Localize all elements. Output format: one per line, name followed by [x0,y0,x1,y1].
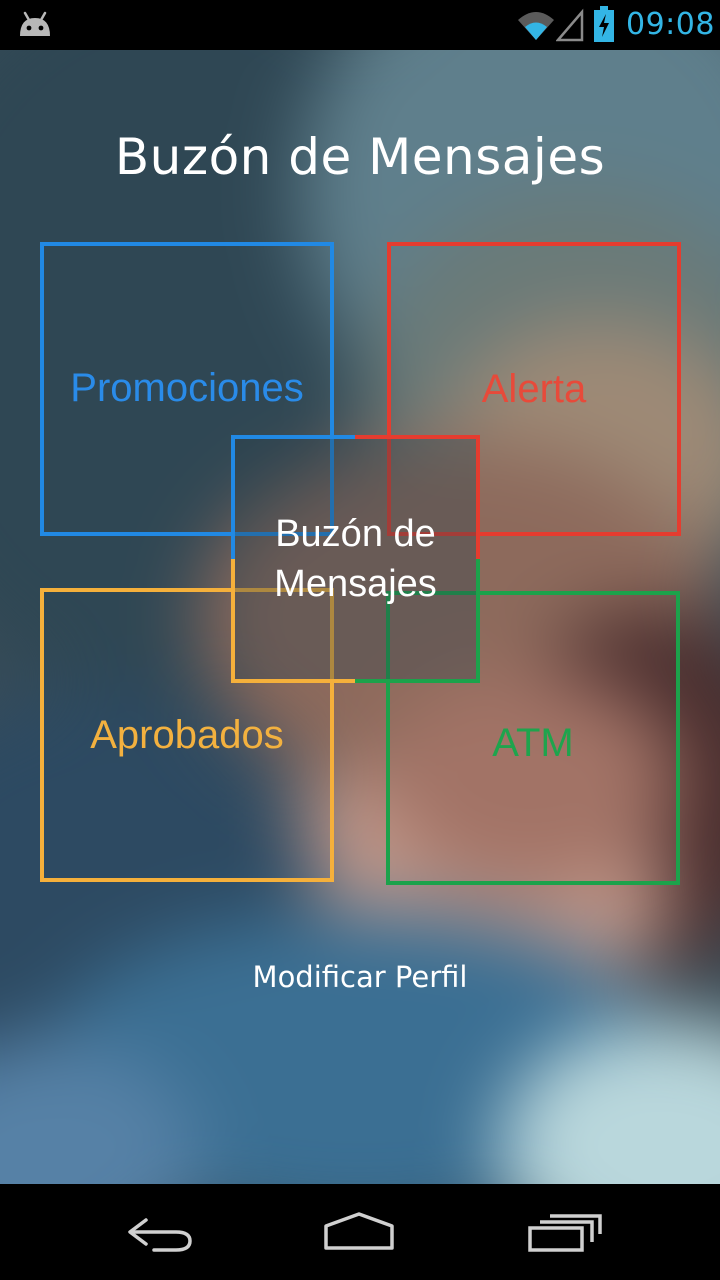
battery-charging-icon [594,6,614,42]
recents-icon[interactable] [518,1206,608,1258]
android-icon [20,11,50,36]
tile-promociones-label: Promociones [70,365,304,410]
tile-buzon-label-line1: Buzón de [275,513,436,555]
signal-icon [556,8,584,42]
tile-alerta-label: Alerta [481,366,587,411]
wifi-icon [518,12,554,40]
tile-aprobados-label: Aprobados [90,712,284,757]
page-title: Buzón de Mensajes [114,128,606,186]
center-border-segment [355,679,480,683]
tile-buzon-de-mensajes[interactable]: Buzón de Mensajes [231,435,480,683]
main-content: Buzón de Mensajes Promociones Alerta Apr… [0,50,720,1184]
tile-buzon-label: Buzón de Mensajes [274,509,437,609]
center-border-segment [476,435,480,559]
nav-bar [0,1184,720,1280]
center-border-segment [231,679,355,683]
home-icon[interactable] [314,1206,404,1258]
center-border-segment [231,435,355,439]
center-border-segment [355,435,480,439]
tile-atm-label: ATM [492,720,574,765]
status-bar: 09:08 [0,0,720,50]
tile-buzon-label-line2: Mensajes [274,563,437,605]
modify-profile-link[interactable]: Modificar Perfil [0,960,720,994]
screen: 09:08 Buzón de Mensajes Promociones Aler… [0,0,720,1280]
center-border-segment [476,559,480,683]
center-border-segment [231,559,235,683]
status-clock: 09:08 [626,7,715,42]
back-icon[interactable] [114,1206,204,1258]
center-border-segment [231,435,235,559]
